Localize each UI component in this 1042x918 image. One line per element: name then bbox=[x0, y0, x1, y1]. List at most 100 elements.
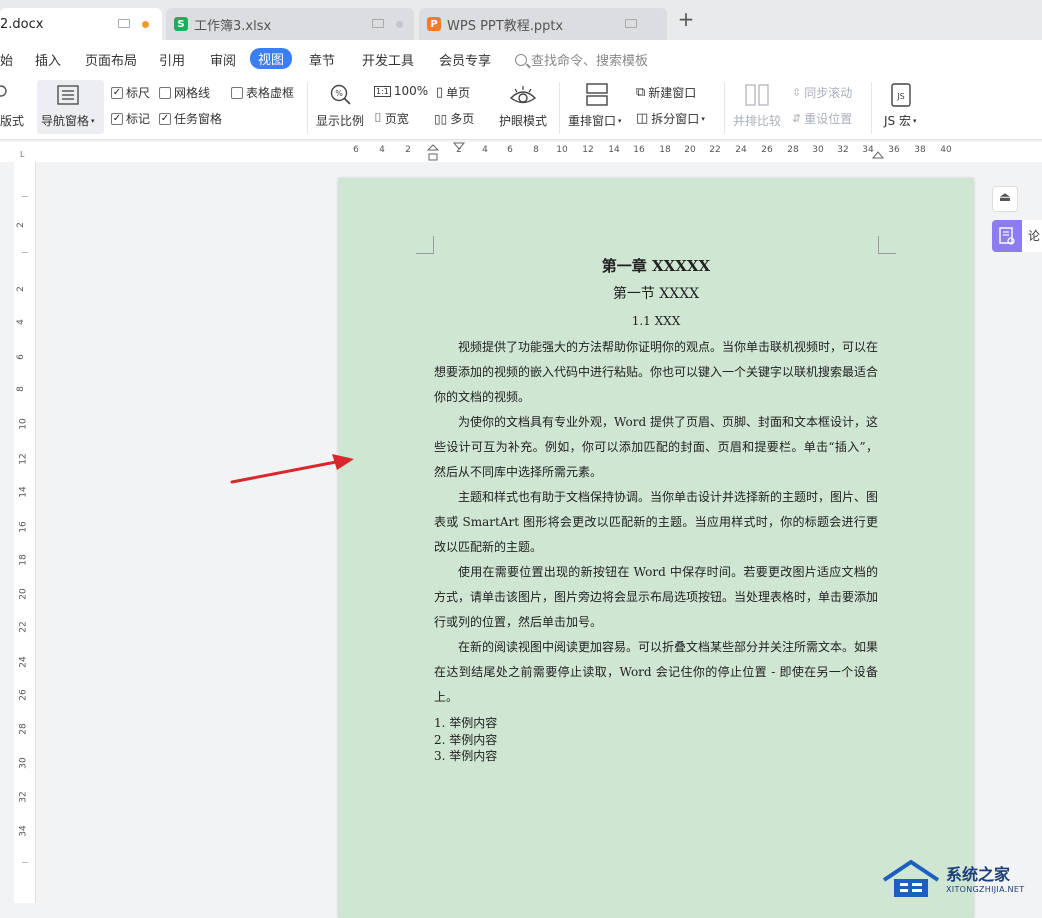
arrange-window-button[interactable]: 重排窗口 ▾ bbox=[568, 112, 622, 129]
marks-checkbox[interactable]: ✓ 标记 bbox=[111, 110, 150, 127]
ruler-label: 20 bbox=[18, 588, 29, 600]
ruler-label: 16 bbox=[633, 145, 645, 155]
subsection-heading: 1.1 XXX bbox=[631, 314, 681, 328]
toolbar-separator bbox=[871, 82, 872, 134]
tab-spreadsheet[interactable]: S 工作簿3.xlsx bbox=[166, 8, 414, 40]
unsaved-dot-icon bbox=[142, 21, 149, 28]
multi-page-label: 多页 bbox=[450, 112, 475, 126]
task-pane-checkbox[interactable]: ✓ 任务窗格 bbox=[159, 110, 222, 127]
ruler-label: 8 bbox=[533, 145, 539, 155]
ruler-label: 26 bbox=[761, 145, 773, 155]
left-indent-marker-icon[interactable] bbox=[426, 142, 440, 162]
house-logo-icon bbox=[882, 859, 940, 897]
checkbox-checked-icon: ✓ bbox=[111, 112, 123, 125]
menu-start[interactable]: 始 bbox=[0, 50, 13, 69]
arrange-window-icon bbox=[586, 83, 608, 106]
menu-page-layout[interactable]: 页面布局 bbox=[85, 50, 137, 69]
menu-review[interactable]: 审阅 bbox=[210, 50, 236, 69]
menu-member[interactable]: 会员专享 bbox=[439, 50, 491, 69]
checkbox-empty-icon bbox=[231, 86, 243, 99]
ruler-label: 18 bbox=[659, 145, 671, 155]
menu-dev-tools[interactable]: 开发工具 bbox=[362, 50, 414, 69]
tab-label: 2.docx bbox=[0, 16, 44, 32]
task-pane-label: 任务窗格 bbox=[174, 112, 223, 126]
tab-bar: 2.docx S 工作簿3.xlsx P WPS PPT教程.pptx + bbox=[0, 0, 1042, 40]
svg-text:%: % bbox=[335, 89, 343, 98]
menu-insert[interactable]: 插入 bbox=[35, 50, 61, 69]
paper-check-label[interactable]: 论 bbox=[1022, 220, 1042, 252]
nav-pane-text: 导航窗格 bbox=[41, 114, 90, 128]
side-by-side-button[interactable]: 并排比较 bbox=[733, 112, 781, 129]
ruler-label: 4 bbox=[15, 319, 26, 325]
menu-chapter[interactable]: 章节 bbox=[309, 50, 335, 69]
document-body[interactable]: 第一章 XXXXX 第一节 XXXX 1.1 XXX 视频提供了功能强大的方法帮… bbox=[434, 252, 878, 765]
horizontal-ruler[interactable]: L 6 4 2 2 4 6 8 10 12 14 16 18 20 22 24 … bbox=[0, 142, 1042, 162]
ruler-label: 2 bbox=[15, 222, 26, 228]
presentation-icon: P bbox=[427, 17, 441, 31]
ruler-label: 2 bbox=[15, 286, 26, 292]
vertical-ruler[interactable]: 2 2 4 6 8 10 12 14 16 18 20 22 24 26 28 … bbox=[14, 162, 36, 903]
sync-scroll-label: 同步滚动 bbox=[804, 86, 853, 100]
reset-position-button[interactable]: ⇵ 重设位置 bbox=[792, 110, 852, 127]
numbered-list: 1. 举例内容 2. 举例内容 3. 举例内容 bbox=[434, 715, 878, 765]
monitor-icon bbox=[625, 19, 637, 28]
paragraph: 视频提供了功能强大的方法帮助你证明你的观点。当你单击联机视频时，可以在想要添加的… bbox=[434, 340, 879, 404]
gridlines-checkbox[interactable]: 网格线 bbox=[159, 84, 210, 101]
document-page[interactable]: 第一章 XXXXX 第一节 XXXX 1.1 XXX 视频提供了功能强大的方法帮… bbox=[338, 178, 974, 918]
multi-page-button[interactable]: ▯▯ 多页 bbox=[434, 110, 474, 127]
ruler-label: 10 bbox=[556, 145, 568, 155]
ruler-label: 28 bbox=[787, 145, 799, 155]
ruler-label: 26 bbox=[18, 689, 29, 701]
layout-button[interactable]: 版式 bbox=[0, 112, 24, 129]
tab-document[interactable]: 2.docx bbox=[0, 8, 162, 40]
tab-presentation[interactable]: P WPS PPT教程.pptx bbox=[419, 8, 667, 40]
menu-references[interactable]: 引用 bbox=[159, 50, 185, 69]
first-line-indent-marker-icon[interactable] bbox=[453, 142, 465, 152]
page-width-button[interactable]: ⌷ 页宽 bbox=[374, 110, 409, 127]
paper-check-button[interactable] bbox=[992, 220, 1022, 252]
single-page-label: 单页 bbox=[446, 86, 471, 100]
sync-scroll-button[interactable]: ⇳ 同步滚动 bbox=[792, 84, 852, 101]
ruler-tick bbox=[22, 196, 28, 197]
ruler-label: 24 bbox=[18, 656, 29, 668]
split-window-button[interactable]: ◫ 拆分窗口 ▾ bbox=[636, 110, 705, 127]
section-heading: 第一节 XXXX bbox=[612, 286, 700, 302]
new-window-button[interactable]: ⧉ 新建窗口 bbox=[636, 84, 696, 101]
js-macro-icon: JS bbox=[891, 83, 911, 107]
table-virtual-checkbox[interactable]: 表格虚框 bbox=[231, 84, 294, 101]
ruler-label: 22 bbox=[709, 145, 721, 155]
search-placeholder: 查找命令、搜索模板 bbox=[531, 54, 649, 69]
split-window-label: 拆分窗口 bbox=[651, 112, 700, 126]
ruler-label: 标尺 bbox=[126, 86, 151, 100]
ruler-label: 38 bbox=[914, 145, 926, 155]
ruler-checkbox[interactable]: ✓ 标尺 bbox=[111, 84, 150, 101]
js-macro-button[interactable]: JS 宏 ▾ bbox=[884, 112, 917, 129]
margin-corner-mark bbox=[416, 236, 434, 254]
ruler-label: 2 bbox=[405, 145, 411, 155]
right-indent-marker-icon[interactable] bbox=[872, 146, 884, 160]
tab-stop-icon[interactable]: L bbox=[20, 150, 24, 159]
eye-mode-button[interactable]: 护眼模式 bbox=[499, 112, 547, 129]
dropdown-icon: ▾ bbox=[912, 116, 917, 125]
collapse-up-button[interactable]: ⏏ bbox=[992, 186, 1018, 212]
reset-position-label: 重设位置 bbox=[804, 112, 853, 126]
search-icon bbox=[515, 53, 527, 66]
ruler-label: 4 bbox=[379, 145, 385, 155]
single-page-button[interactable]: ▯ 单页 bbox=[436, 84, 470, 101]
list-item: 2. 举例内容 bbox=[434, 732, 498, 747]
paragraph: 为使你的文档具有专业外观，Word 提供了页眉、页脚、封面和文本框设计，这些设计… bbox=[434, 415, 878, 479]
ruler-label: 30 bbox=[18, 757, 29, 769]
checkbox-checked-icon: ✓ bbox=[159, 112, 171, 125]
ruler-label: 24 bbox=[735, 145, 747, 155]
hundred-percent-button[interactable]: 1:1 100% bbox=[374, 84, 428, 98]
reset-position-icon: ⇵ bbox=[792, 112, 802, 125]
new-tab-button[interactable]: + bbox=[676, 9, 696, 30]
zoom-button[interactable]: 显示比例 bbox=[316, 112, 364, 129]
marks-label: 标记 bbox=[126, 112, 151, 126]
layout-icon bbox=[0, 85, 7, 97]
new-window-label: 新建窗口 bbox=[648, 86, 697, 100]
close-dot-icon[interactable] bbox=[396, 21, 403, 28]
ruler-label: 6 bbox=[15, 354, 26, 360]
menu-view[interactable]: 视图 bbox=[250, 48, 293, 69]
command-search[interactable]: 查找命令、搜索模板 bbox=[515, 50, 648, 69]
